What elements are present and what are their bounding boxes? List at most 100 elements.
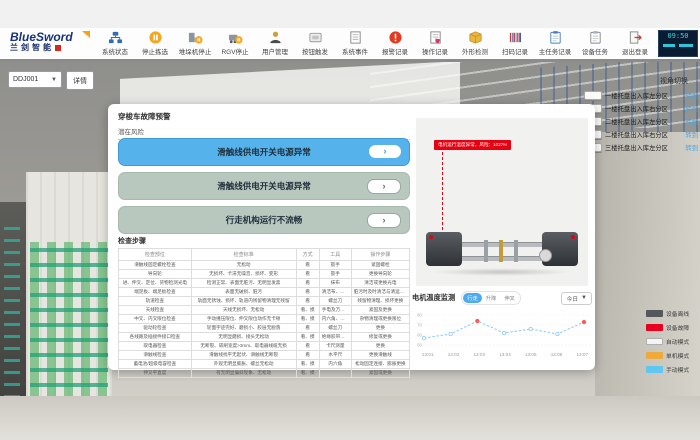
x-tick-label: 13:07 [577, 352, 589, 357]
risk-banner-arrow-pill[interactable]: › [369, 145, 401, 158]
toolbar-item-用户管理[interactable]: 用户管理 [255, 30, 295, 60]
fault-dot-icon [429, 235, 433, 239]
table-cell: 松动固定连接、膨胀更换 [351, 360, 409, 369]
legend-label: 单机模式 [666, 351, 689, 360]
pause-circle-icon [148, 30, 163, 45]
alarm-icon [388, 30, 403, 45]
toolbar-item-主任务记录[interactable]: 主任务记录 [535, 30, 575, 60]
chart-tab-行走[interactable]: 行走 [463, 293, 482, 303]
svg-text:60: 60 [417, 333, 422, 338]
network-icon [108, 30, 123, 45]
chart-range-select[interactable]: 今日 ▼ [561, 292, 592, 305]
table-cell: 无松动 [191, 261, 296, 270]
legend-label: 设备离线 [666, 309, 689, 318]
chevron-right-icon: › [383, 216, 386, 225]
table-cell: 看、摸 [296, 315, 319, 324]
x-tick-label: 13:03 [474, 352, 486, 357]
table-cell: 中叉、内叉限位检查 [119, 315, 192, 324]
toolbar-item-退出登录[interactable]: 退出登录 [615, 30, 655, 60]
clock-bars [663, 44, 693, 47]
legend-item: 设备离线 [646, 306, 689, 320]
toolbar-item-外形检测[interactable]: 外形检测 [455, 30, 495, 60]
chevron-right-icon: › [384, 147, 387, 156]
toolbar-item-堆垛机停止[interactable]: 堆垛机停止 [175, 30, 215, 60]
risk-banner-list: 滑触线供电开关电源异常› 滑触线供电开关电源异常› 行走机构运行不流畅› [118, 138, 410, 240]
table-cell: 表面无破损、脏污 [191, 288, 296, 297]
legend-swatch [646, 310, 663, 317]
legend-label: 设备故障 [666, 323, 689, 332]
risk-banner-arrow-pill[interactable]: › [367, 179, 401, 194]
risk-banner[interactable]: 行走机构运行不流畅› [118, 206, 410, 234]
toolbar-item-label: 主任务记录 [539, 46, 572, 56]
goto-link[interactable]: 转到 [685, 143, 698, 152]
risk-banner-arrow-pill[interactable]: › [367, 213, 401, 228]
toolbar-item-label: 扫码记录 [502, 46, 528, 56]
table-row: 端足板、端足板检查表面无破损、脏污看清洁布、毛刷脏污时及时清洁与清运、破损更换 [119, 288, 410, 297]
table-header-cell: 检查部位 [119, 249, 192, 261]
toolbar-item-RGV停止[interactable]: RGV停止 [215, 30, 255, 60]
table-cell: 看、摸 [296, 360, 319, 369]
chevron-down-icon: ▼ [51, 77, 57, 83]
table-cell: 导向轮 [119, 270, 192, 279]
scene-left-windows [4, 222, 20, 422]
table-cell: 螺丝刀 [319, 324, 351, 333]
toolbar-item-label: 停止拣选 [142, 46, 168, 56]
device-select[interactable]: DDJ001 ▼ [8, 71, 62, 88]
table-cell: 卡尺测量 [319, 342, 351, 351]
toolbar-item-系统事件[interactable]: 系统事件 [335, 30, 375, 60]
view-switcher-title: 视角切换 [584, 76, 698, 86]
check-steps-table: 检查部位检查标准方式工具操作步骤 滑触线固定螺栓检查无松动看扳手紧固螺栓导向轮无… [118, 248, 410, 378]
table-cell: 紧固及更换 [351, 306, 409, 315]
toolbar-item-系统状态[interactable]: 系统状态 [95, 30, 135, 60]
x-tick-label: 13:06 [551, 352, 563, 357]
table-row: 中叉、内叉限位检查手动撞压限位、伸叉限位动作无卡顿看、摸内六角、扳手杂物清理或更… [119, 315, 410, 324]
toolbar-item-操作记录[interactable]: 操作记录 [415, 30, 455, 60]
risk-banner[interactable]: 滑触线供电开关电源异常› [118, 172, 410, 200]
toolbar-item-设备任务[interactable]: 设备任务 [575, 30, 615, 60]
toolbar-item-扫码记录[interactable]: 扫码记录 [495, 30, 535, 60]
table-cell: 无损坏、卡滞无噪音、损坏、变形 [191, 270, 296, 279]
table-cell: 更换 [351, 342, 409, 351]
toolbar-item-报警记录[interactable]: 报警记录 [375, 30, 415, 60]
table-cell: 残留物清理、损坏更换 [351, 297, 409, 306]
toolbar-item-停止拣选[interactable]: 停止拣选 [135, 30, 175, 60]
window-top-strip [0, 0, 700, 28]
toolbar-item-按钮触发[interactable]: 按钮触发 [295, 30, 335, 60]
toolbar-item-label: 报警记录 [382, 46, 408, 56]
table-row: 驱动轮检查轮面字迹完好、磨损小、胶层无脱落看螺丝刀更换 [119, 324, 410, 333]
table-cell: 外观无明显膨胀、螺丝无松动 [191, 360, 296, 369]
toolbar-item-label: 系统状态 [102, 46, 128, 56]
dialog-title: 穿梭车故障预警 [118, 111, 171, 122]
goto-link[interactable]: 转到 [685, 91, 698, 100]
table-cell: 抹布 [319, 279, 351, 288]
goto-link[interactable]: 转到 [685, 104, 698, 113]
temperature-line-chart: 50607080 [412, 306, 590, 352]
x-tick-label: 13:02 [448, 352, 460, 357]
view-label: 一楼托盘出入库右分区 [605, 104, 668, 113]
chart-tab-升降[interactable]: 升降 [482, 293, 501, 303]
table-cell: 看 [296, 297, 319, 306]
clock-time: 09:50 [659, 31, 697, 41]
shuttle-right-unit [542, 232, 578, 266]
table-cell: 内六角、扳手 [319, 315, 351, 324]
toolbar-item-label: 设备任务 [582, 46, 608, 56]
user-icon [268, 30, 283, 45]
legend-item: 手动模式 [646, 362, 689, 376]
device-select-value: DDJ001 [13, 76, 38, 83]
detail-button[interactable]: 详情 [66, 71, 94, 90]
callout-leader-line [442, 152, 443, 240]
device-status-legend: 设备离线设备故障自动模式单机模式手动模式 [646, 306, 689, 376]
table-header-cell: 检查标准 [191, 249, 296, 261]
clipboard-gray-icon [588, 30, 603, 45]
goto-link[interactable]: 转到 [685, 117, 698, 126]
table-cell: 进、伸叉、定位、货物检测光电 [119, 279, 192, 288]
svg-text:50: 50 [417, 343, 422, 348]
chart-tab-伸叉[interactable]: 伸叉 [500, 293, 519, 303]
app-window: BlueSword 兰剑智能 系统状态停止拣选堆垛机停止RGV停止用户管理按钮触… [0, 0, 700, 440]
risk-banner[interactable]: 滑触线供电开关电源异常› [118, 138, 410, 166]
table-cell: 修复或更换 [351, 333, 409, 342]
shuttle-tie [514, 240, 518, 262]
shuttle-3d-render: 电机运行温度异常，风险：1027H [416, 118, 588, 286]
warehouse-3d-scene: DDJ001 ▼ 详情 视角切换 一楼托盘出入库左分区转到一楼托盘出入库右分区转… [0, 62, 700, 440]
goto-link[interactable]: 转到 [685, 130, 698, 139]
